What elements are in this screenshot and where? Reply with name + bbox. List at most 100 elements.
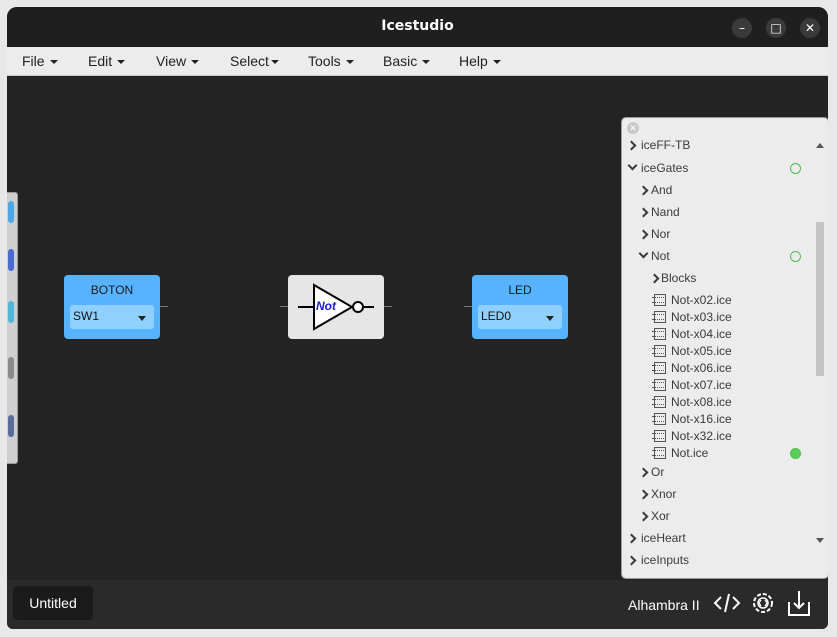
tree-item-label: Nor <box>651 227 671 241</box>
menu-view-label: View <box>156 53 187 69</box>
tree-scrollbar[interactable] <box>814 140 826 570</box>
tree-item-label: Blocks <box>661 271 697 285</box>
menu-file-label: File <box>22 53 45 69</box>
output-port[interactable] <box>160 306 168 307</box>
status-dot-icon <box>790 448 801 459</box>
menu-file[interactable]: File <box>22 53 58 69</box>
left-toolbar[interactable] <box>7 192 18 464</box>
minimize-button[interactable]: – <box>732 18 752 38</box>
tree-file-label: Not-x02.ice <box>671 293 732 307</box>
tree-file-label: Not-x03.ice <box>671 310 732 324</box>
tree-file-label: Not-x05.ice <box>671 344 732 358</box>
settings-gear-icon[interactable] <box>749 589 777 617</box>
chip-icon <box>652 430 666 442</box>
caret-down-icon <box>492 60 501 65</box>
tool-gray-icon[interactable] <box>8 357 14 379</box>
caret-down-icon <box>270 60 279 65</box>
tree-item-label: iceInputs <box>641 553 690 567</box>
menu-basic[interactable]: Basic <box>383 53 431 69</box>
menu-edit[interactable]: Edit <box>88 53 126 69</box>
code-icon[interactable] <box>713 590 741 616</box>
chip-icon <box>652 362 666 374</box>
design-canvas[interactable]: BOTON SW1 Not LED LED0 ✕ iceFF-TB iceGat… <box>7 76 828 580</box>
input-pin-select[interactable]: SW1 <box>70 305 154 329</box>
download-icon[interactable] <box>786 588 812 618</box>
close-icon: ✕ <box>804 21 816 35</box>
tab-untitled[interactable]: Untitled <box>13 586 93 620</box>
tree-file-label: Not.ice <box>671 446 709 460</box>
not-gate-block[interactable]: Not <box>288 275 384 339</box>
chevron-right-icon <box>638 467 649 478</box>
dropdown-arrow-icon <box>546 316 554 321</box>
tool-indigo-icon[interactable] <box>8 249 14 271</box>
chevron-right-icon <box>626 555 637 566</box>
chip-icon <box>652 396 666 408</box>
collection-tree-panel[interactable]: ✕ iceFF-TB iceGates And Nand Nor Not Blo… <box>621 117 828 579</box>
close-button[interactable]: ✕ <box>800 18 820 38</box>
chevron-right-icon <box>638 185 649 196</box>
chip-icon <box>652 413 666 425</box>
output-pin-value: LED0 <box>481 309 512 323</box>
window-title: Icestudio <box>381 18 454 34</box>
app-window: Icestudio – □ ✕ File Edit View Select To… <box>7 7 828 629</box>
menu-select[interactable]: Select <box>230 53 279 69</box>
minimize-icon: – <box>739 21 745 35</box>
output-block-led[interactable]: LED LED0 <box>472 275 568 339</box>
tree-file-label: Not-x04.ice <box>671 327 732 341</box>
maximize-button[interactable]: □ <box>766 18 786 38</box>
tree-item-label: Nand <box>651 205 680 219</box>
menu-basic-label: Basic <box>383 53 418 69</box>
chevron-right-icon <box>626 533 637 544</box>
tree-item-label: Xor <box>651 509 670 523</box>
tree-item-label: Or <box>651 465 665 479</box>
input-port[interactable] <box>464 306 472 307</box>
scroll-down-icon[interactable] <box>814 534 826 546</box>
status-circle-icon <box>790 163 801 174</box>
caret-down-icon <box>422 60 431 65</box>
output-block-label: LED <box>508 283 532 297</box>
tool-slate-icon[interactable] <box>8 415 14 437</box>
menu-bar: File Edit View Select Tools Basic Help <box>7 47 828 76</box>
scroll-up-icon[interactable] <box>814 140 826 152</box>
maximize-icon: □ <box>770 21 782 35</box>
tree-item-label: iceHeart <box>641 531 686 545</box>
chip-icon <box>652 311 666 323</box>
close-panel-icon[interactable]: ✕ <box>627 122 639 134</box>
caret-down-icon <box>191 60 200 65</box>
menu-help[interactable]: Help <box>459 53 501 69</box>
menu-help-label: Help <box>459 53 488 69</box>
tree-file-label: Not-x06.ice <box>671 361 732 375</box>
scroll-thumb[interactable] <box>816 222 824 376</box>
tool-cyan-icon[interactable] <box>8 301 14 323</box>
chevron-right-icon <box>638 489 649 500</box>
tree-file-label: Not-x32.ice <box>671 429 732 443</box>
board-name[interactable]: Alhambra II <box>628 597 700 613</box>
tree-item-label: Not <box>651 249 670 263</box>
not-gate-label: Not <box>316 299 336 313</box>
caret-down-icon <box>49 60 58 65</box>
tree-file-label: Not-x08.ice <box>671 395 732 409</box>
chevron-right-icon <box>638 229 649 240</box>
tool-blue-icon[interactable] <box>8 201 14 223</box>
menu-tools[interactable]: Tools <box>308 53 354 69</box>
caret-down-icon <box>345 60 354 65</box>
tree-item-label: iceFF-TB <box>641 138 691 152</box>
chevron-right-icon <box>638 207 649 218</box>
chip-icon <box>652 379 666 391</box>
input-block-boton[interactable]: BOTON SW1 <box>64 275 160 339</box>
menu-view[interactable]: View <box>156 53 200 69</box>
input-port[interactable] <box>280 306 288 307</box>
chip-icon <box>652 294 666 306</box>
status-bar: Untitled Alhambra II <box>7 580 828 629</box>
chip-icon <box>652 447 666 459</box>
tree-item-label: And <box>651 183 673 197</box>
output-port[interactable] <box>384 306 392 307</box>
status-circle-icon <box>790 251 801 262</box>
chip-icon <box>652 328 666 340</box>
chevron-right-icon <box>626 140 637 151</box>
tree-item-label: Xnor <box>651 487 677 501</box>
output-pin-select[interactable]: LED0 <box>478 305 562 329</box>
tree-file-label: Not-x16.ice <box>671 412 732 426</box>
input-block-label: BOTON <box>90 283 134 297</box>
chevron-right-icon <box>649 273 660 284</box>
